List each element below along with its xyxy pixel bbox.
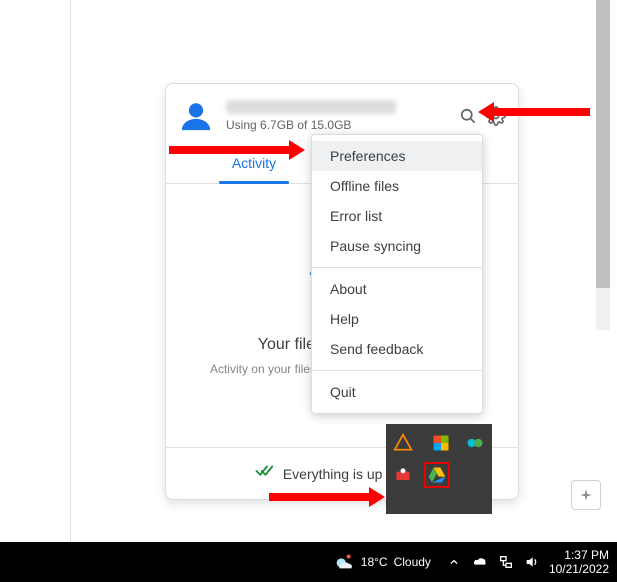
system-tray: [445, 553, 541, 571]
taskbar-clock[interactable]: 1:37 PM 10/21/2022: [549, 548, 609, 577]
menu-quit[interactable]: Quit: [312, 377, 482, 407]
storage-text: Using 6.7GB of 15.0GB: [226, 118, 454, 132]
onedrive-icon[interactable]: [471, 553, 489, 571]
page-left-border: [70, 0, 71, 542]
weather-icon: [333, 551, 355, 573]
taskbar: 18°C Cloudy 1:37 PM 10/21/2022: [0, 542, 617, 582]
page-scrollbar-thumb[interactable]: [596, 0, 610, 288]
clock-time: 1:37 PM: [549, 548, 609, 562]
menu-send-feedback[interactable]: Send feedback: [312, 334, 482, 364]
sparkle-icon: [579, 488, 593, 502]
account-info: Using 6.7GB of 15.0GB: [226, 100, 454, 132]
tray-app-icon[interactable]: [390, 430, 416, 456]
menu-separator: [312, 370, 482, 371]
tray-close-button[interactable]: [571, 480, 601, 510]
weather-temp: 18°C: [361, 555, 388, 569]
tray-app-icon[interactable]: [390, 462, 416, 488]
volume-icon[interactable]: [523, 553, 541, 571]
search-icon: [458, 106, 478, 126]
network-icon[interactable]: [497, 553, 515, 571]
taskbar-weather[interactable]: 18°C Cloudy: [333, 551, 431, 573]
annotation-arrow-tray: [269, 493, 371, 501]
weather-cond: Cloudy: [394, 555, 431, 569]
double-check-icon: [255, 464, 273, 483]
menu-offline-files[interactable]: Offline files: [312, 171, 482, 201]
annotation-arrow-preferences: [169, 146, 291, 154]
menu-help[interactable]: Help: [312, 304, 482, 334]
settings-menu: Preferences Offline files Error list Pau…: [311, 134, 483, 414]
menu-pause-syncing[interactable]: Pause syncing: [312, 231, 482, 261]
menu-preferences[interactable]: Preferences: [312, 141, 482, 171]
tray-overflow: [386, 424, 492, 514]
avatar[interactable]: [176, 96, 216, 136]
clock-date: 10/21/2022: [549, 562, 609, 576]
annotation-arrow-settings: [492, 108, 590, 116]
tray-drive-icon[interactable]: [424, 462, 450, 488]
menu-error-list[interactable]: Error list: [312, 201, 482, 231]
menu-separator: [312, 267, 482, 268]
tray-app-icon[interactable]: [462, 430, 488, 456]
menu-about[interactable]: About: [312, 274, 482, 304]
tray-chevron[interactable]: [445, 553, 463, 571]
tray-security-icon[interactable]: [428, 430, 454, 456]
account-email-blurred: [226, 100, 396, 114]
